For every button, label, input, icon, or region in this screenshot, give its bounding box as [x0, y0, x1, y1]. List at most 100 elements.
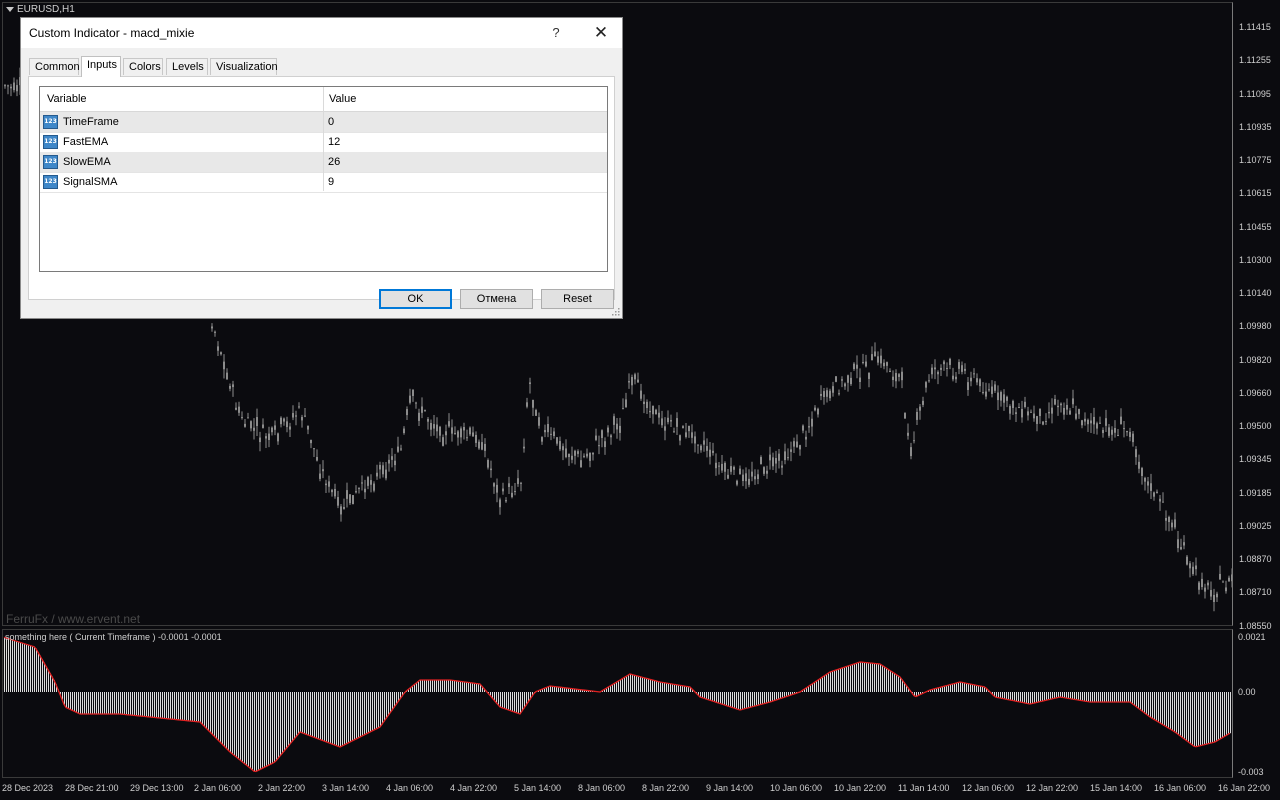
histogram-bar — [296, 692, 297, 737]
tab-levels[interactable]: Levels — [166, 58, 208, 75]
reset-button[interactable]: Reset — [541, 289, 614, 309]
candle-body — [16, 85, 18, 92]
histogram-bar — [380, 692, 381, 727]
histogram-bar — [1168, 692, 1169, 728]
histogram-bar — [132, 692, 133, 716]
candle-body — [472, 432, 474, 437]
histogram-bar — [428, 680, 429, 692]
candle-body — [1048, 411, 1050, 414]
tab-visualization[interactable]: Visualization — [210, 58, 278, 75]
histogram-bar — [248, 692, 249, 767]
histogram-bar — [26, 644, 27, 692]
input-value[interactable]: 26 — [328, 156, 340, 168]
histogram-bar — [708, 692, 709, 700]
candle-body — [1090, 420, 1092, 424]
candle-body — [547, 424, 549, 433]
input-value[interactable]: 12 — [328, 136, 340, 148]
histogram-bar — [676, 684, 677, 692]
histogram-bar — [702, 692, 703, 698]
histogram-bar — [64, 692, 65, 705]
custom-indicator-dialog: Custom Indicator - macd_mixie ? ✕ Common… — [20, 17, 623, 319]
candle-body — [478, 441, 480, 449]
time-tick-label: 4 Jan 22:00 — [450, 783, 498, 793]
column-header-value[interactable]: Value — [329, 93, 356, 105]
histogram-bar — [680, 685, 681, 692]
close-button[interactable]: ✕ — [583, 19, 619, 47]
candle-body — [844, 383, 846, 387]
column-header-variable[interactable]: Variable — [47, 93, 87, 105]
candle-body — [805, 436, 807, 440]
candle-body — [232, 384, 234, 388]
candle-body — [655, 409, 657, 415]
candle-body — [814, 407, 816, 411]
candle-body — [637, 379, 639, 383]
histogram-bar — [1076, 692, 1077, 700]
histogram-bar — [30, 645, 31, 692]
histogram-bar — [1228, 692, 1229, 735]
candle-body — [685, 432, 687, 437]
histogram-bar — [1216, 692, 1217, 742]
tab-common[interactable]: Common — [29, 58, 80, 75]
histogram-bar — [1104, 692, 1105, 702]
histogram-bar — [950, 684, 951, 692]
cancel-button[interactable]: Отмена — [460, 289, 533, 309]
candle-body — [322, 469, 324, 472]
ok-button[interactable]: OK — [379, 289, 452, 309]
candle-body — [379, 464, 381, 470]
histogram-bar — [416, 683, 417, 692]
histogram-bar — [940, 687, 941, 692]
candle-body — [919, 406, 921, 411]
time-tick-label: 8 Jan 06:00 — [578, 783, 626, 793]
histogram-bar — [298, 692, 299, 735]
candle-body — [610, 435, 612, 438]
histogram-bar — [682, 685, 683, 692]
histogram-bar — [730, 692, 731, 707]
histogram-bar — [1096, 692, 1097, 702]
histogram-bar — [756, 692, 757, 706]
histogram-bar — [124, 692, 125, 715]
input-value[interactable]: 9 — [328, 176, 334, 188]
symbol-label[interactable]: EURUSD,H1 — [6, 4, 75, 15]
histogram-bar — [1130, 692, 1131, 702]
histogram-bar — [652, 679, 653, 692]
help-button[interactable]: ? — [546, 22, 566, 44]
candle-body — [739, 468, 741, 475]
candle-body — [463, 427, 465, 431]
histogram-bar — [418, 681, 419, 692]
histogram-bar — [664, 682, 665, 692]
candle-body — [370, 480, 372, 485]
dialog-titlebar[interactable]: Custom Indicator - macd_mixie ? ✕ — [21, 18, 622, 48]
candle-body — [640, 390, 642, 399]
histogram-bar — [744, 692, 745, 709]
histogram-bar — [22, 642, 23, 692]
candle-body — [1225, 587, 1227, 592]
candle-body — [439, 426, 441, 436]
histogram-bar — [884, 666, 885, 692]
candle-body — [973, 373, 975, 375]
histogram-bar — [1070, 692, 1071, 699]
tab-inputs[interactable]: Inputs — [81, 56, 121, 77]
histogram-bar — [1142, 692, 1143, 711]
candle-body — [568, 453, 570, 458]
histogram-bar — [1042, 692, 1043, 702]
candle-body — [952, 375, 954, 380]
resize-grip-icon[interactable] — [612, 308, 620, 316]
histogram-bar — [810, 685, 811, 692]
histogram-bar — [998, 692, 999, 698]
histogram-bar — [370, 692, 371, 732]
histogram-bar — [260, 692, 261, 770]
histogram-bar — [1164, 692, 1165, 726]
histogram-bar — [852, 664, 853, 692]
histogram-bar — [960, 682, 961, 692]
histogram-bar — [1172, 692, 1173, 731]
candle-body — [1114, 428, 1116, 433]
tab-colors[interactable]: Colors — [123, 58, 163, 75]
candle-body — [871, 354, 873, 361]
histogram-bar — [506, 692, 507, 710]
candle-body — [811, 418, 813, 427]
histogram-bar — [634, 675, 635, 692]
column-separator[interactable] — [323, 87, 324, 191]
histogram-bar — [1074, 692, 1075, 700]
time-tick-label: 3 Jan 14:00 — [322, 783, 370, 793]
input-value[interactable]: 0 — [328, 116, 334, 128]
